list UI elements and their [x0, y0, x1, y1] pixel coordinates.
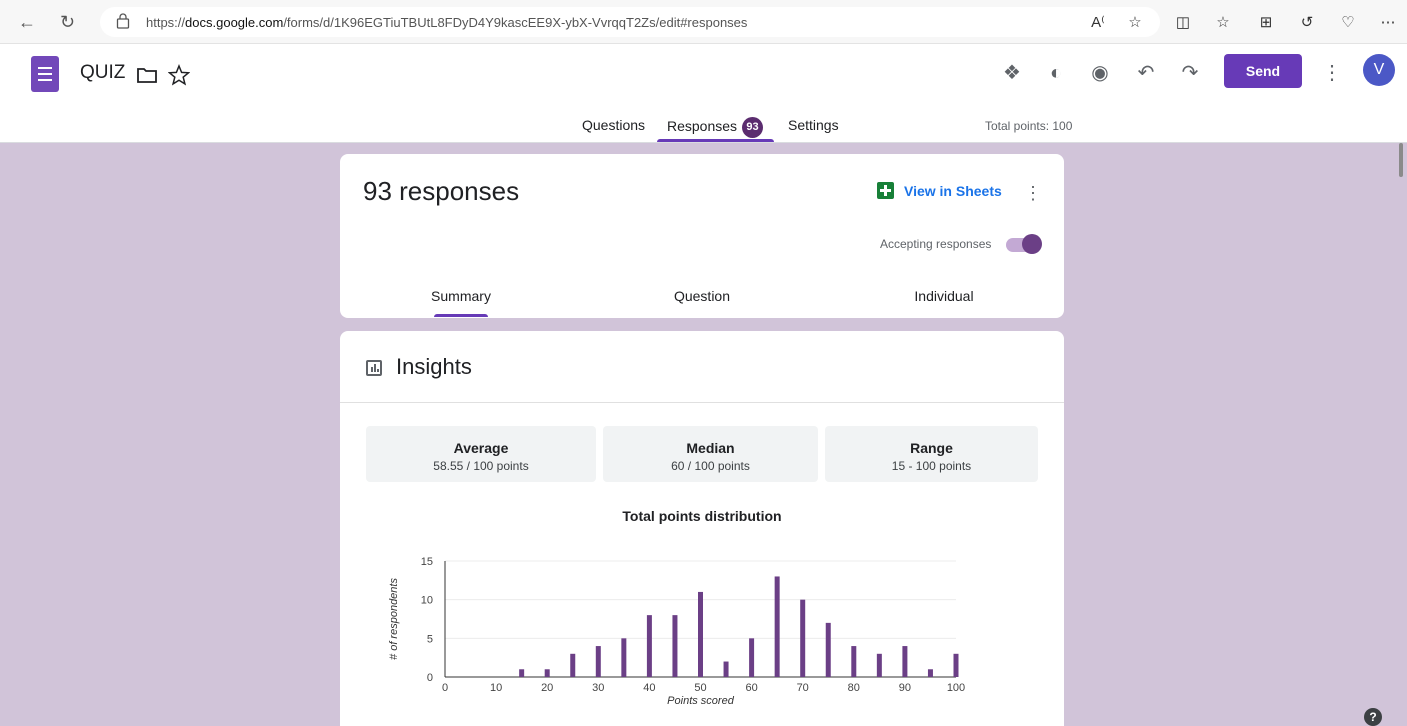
toggle-knob[interactable] [1022, 234, 1042, 254]
preview-icon[interactable]: ◉ [1085, 58, 1115, 88]
bar-85 [876, 653, 882, 677]
stat-median: Median 60 / 100 points [603, 426, 818, 482]
favorites-icon[interactable]: ☆ [1213, 13, 1233, 33]
account-avatar[interactable]: V [1363, 54, 1395, 86]
y-axis-label: # of respondents [388, 578, 400, 660]
y-tick-label: 0 [427, 672, 433, 684]
url-text: https://docs.google.com/forms/d/1K96EGTi… [146, 15, 748, 30]
x-tick-label: 0 [442, 682, 448, 694]
x-tick-label: 90 [899, 682, 911, 694]
x-tick-label: 20 [541, 682, 553, 694]
bar-50 [698, 591, 703, 677]
send-button[interactable]: Send [1224, 54, 1302, 88]
bar-55 [723, 661, 729, 677]
forms-header: QUIZ ❖ ◐ ◉ ↶ ↷ Send ⋮ V Questions Respon… [0, 44, 1407, 143]
insights-card: Insights Average 58.55 / 100 points Medi… [340, 331, 1064, 726]
stat-range-label: Range [910, 440, 953, 456]
bar-35 [621, 638, 627, 677]
stat-median-label: Median [686, 440, 735, 456]
x-tick-label: 10 [490, 682, 502, 694]
view-in-sheets-link[interactable]: View in Sheets [904, 183, 1002, 199]
history-icon[interactable]: ↺ [1297, 13, 1317, 33]
stat-median-value: 60 / 100 points [671, 459, 750, 473]
bar-100 [953, 653, 959, 677]
responses-more-icon[interactable]: ⋮ [1023, 181, 1043, 205]
google-sheets-icon[interactable] [877, 182, 894, 199]
google-forms-logo[interactable] [31, 56, 59, 92]
y-tick-label: 15 [421, 556, 433, 568]
x-tick-label: 70 [797, 682, 809, 694]
customize-theme-icon[interactable]: ◐ [1041, 58, 1071, 88]
bar-60 [749, 638, 755, 677]
star-icon[interactable] [168, 64, 190, 86]
insights-chart-icon [366, 360, 382, 376]
browser-essentials-icon[interactable]: ♡ [1338, 13, 1358, 33]
stat-average-label: Average [453, 440, 509, 456]
stat-range-value: 15 - 100 points [891, 459, 972, 473]
bar-75 [825, 622, 831, 677]
subtab-active-indicator [434, 314, 488, 317]
accepting-responses-label: Accepting responses [880, 237, 992, 251]
x-tick-label: 50 [694, 682, 706, 694]
stat-average-value: 58.55 / 100 points [433, 459, 529, 473]
x-tick-label: 60 [745, 682, 757, 694]
browser-toolbar: ← ↻ https://docs.google.com/forms/d/1K96… [0, 0, 1407, 44]
bar-70 [800, 599, 806, 677]
bar-15 [519, 669, 525, 677]
x-tick-label: 80 [848, 682, 860, 694]
bar-40 [646, 615, 652, 677]
browser-menu-icon[interactable]: ⋯ [1378, 13, 1398, 33]
responses-count-title: 93 responses [363, 176, 520, 206]
subtab-question[interactable]: Question [622, 288, 782, 304]
bar-65 [774, 576, 780, 677]
tab-responses-label: Responses [667, 118, 738, 135]
total-points: Total points: 100 [985, 119, 1073, 133]
y-tick-label: 5 [427, 633, 433, 645]
x-tick-label: 40 [643, 682, 655, 694]
bar-25 [570, 653, 576, 677]
x-tick-label: 30 [592, 682, 604, 694]
insights-divider [340, 402, 1064, 403]
responses-count-badge: 93 [742, 117, 764, 138]
y-tick-label: 10 [421, 595, 433, 607]
back-icon[interactable]: ← [18, 12, 36, 33]
page-info-icon[interactable] [116, 13, 130, 29]
responses-summary-card: 93 responses View in Sheets ⋮ Accepting … [340, 154, 1064, 318]
stat-average: Average 58.55 / 100 points [366, 426, 596, 482]
collections-icon[interactable]: ⊞ [1256, 13, 1276, 33]
bar-95 [927, 669, 933, 677]
tab-responses[interactable]: Responses 93 [667, 117, 764, 138]
favorite-star-icon[interactable]: ☆ [1125, 13, 1145, 33]
page-scrollbar[interactable] [1399, 143, 1403, 177]
points-distribution-chart: 0 5 10 15 0 10 20 30 40 50 60 70 80 90 100 Points score… [388, 556, 965, 707]
bar-90 [902, 646, 908, 677]
refresh-icon[interactable]: ↻ [60, 12, 75, 33]
redo-icon[interactable]: ↷ [1175, 58, 1205, 88]
bar-30 [595, 646, 601, 677]
tab-settings[interactable]: Settings [788, 117, 839, 133]
bar-20 [544, 669, 550, 677]
tab-questions[interactable]: Questions [582, 117, 645, 133]
form-title[interactable]: QUIZ [80, 62, 125, 84]
read-aloud-icon[interactable]: A⁽ [1088, 13, 1108, 33]
split-screen-icon[interactable]: ◫ [1173, 13, 1193, 33]
stat-range: Range 15 - 100 points [825, 426, 1038, 482]
bar-45 [672, 615, 678, 677]
move-to-folder-icon[interactable] [136, 66, 158, 84]
add-ons-icon[interactable]: ❖ [997, 58, 1027, 88]
subtab-individual[interactable]: Individual [864, 288, 1024, 304]
x-axis-label: Points scored [667, 695, 735, 707]
x-tick-label: 100 [947, 682, 965, 694]
subtab-summary[interactable]: Summary [381, 288, 541, 304]
chart-title: Total points distribution [622, 508, 782, 524]
undo-icon[interactable]: ↶ [1131, 58, 1161, 88]
bar-80 [851, 646, 857, 677]
active-tab-indicator [657, 139, 774, 142]
insights-title: Insights [396, 354, 472, 379]
help-icon[interactable]: ? [1364, 708, 1382, 726]
more-options-icon[interactable]: ⋮ [1317, 58, 1347, 88]
address-bar[interactable]: https://docs.google.com/forms/d/1K96EGTi… [100, 7, 1160, 37]
